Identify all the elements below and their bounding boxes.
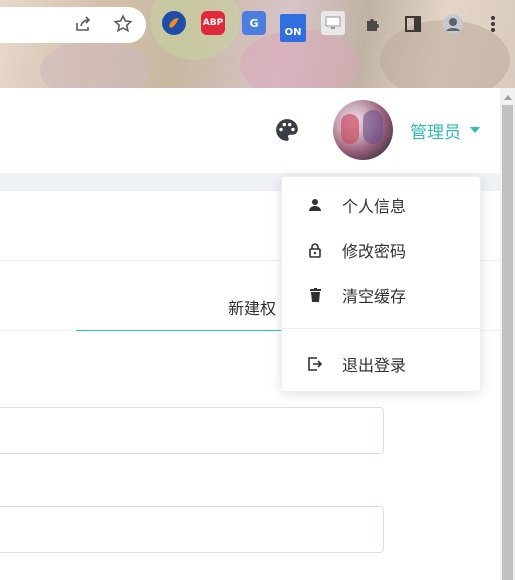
on-label: ON: [284, 26, 302, 38]
scrollbar-thumb[interactable]: [502, 105, 513, 580]
profile-icon[interactable]: [441, 12, 465, 36]
form-input[interactable]: [0, 506, 384, 553]
app-header: 管理员: [0, 88, 500, 174]
translate-icon[interactable]: G: [242, 11, 266, 35]
extension-globe-icon[interactable]: [162, 11, 186, 35]
lock-icon: [308, 242, 322, 258]
menu-item-label: 个人信息: [342, 199, 407, 216]
menu-item-label: 清空缓存: [342, 289, 407, 306]
menu-item-logout[interactable]: 退出登录: [282, 344, 482, 384]
share-icon[interactable]: [71, 12, 95, 36]
scroll-up-icon[interactable]: [504, 95, 512, 100]
menu-item-clear-cache[interactable]: 清空缓存: [282, 275, 482, 315]
trash-icon: [308, 287, 322, 303]
user-dropdown-menu: 个人信息 修改密码 清空缓存 退出登录: [281, 176, 482, 392]
tab-new-permission[interactable]: 新建权: [228, 295, 276, 319]
side-panel-icon[interactable]: [401, 12, 425, 36]
avatar[interactable]: [333, 100, 393, 160]
star-icon[interactable]: [111, 12, 135, 36]
on-icon[interactable]: ON: [280, 14, 306, 42]
palette-icon[interactable]: [274, 117, 300, 143]
logout-icon: [308, 356, 322, 372]
more-icon[interactable]: [481, 12, 505, 36]
user-icon: [308, 197, 322, 213]
browser-toolbar: ABP G ON: [0, 0, 515, 88]
abp-icon[interactable]: ABP: [201, 11, 225, 35]
user-name[interactable]: 管理员: [410, 118, 461, 143]
menu-item-change-password[interactable]: 修改密码: [282, 230, 482, 270]
caret-down-icon[interactable]: [470, 127, 480, 133]
menu-divider: [282, 328, 482, 329]
menu-item-label: 修改密码: [342, 244, 407, 261]
tab-active-indicator: [76, 330, 286, 331]
abp-label: ABP: [202, 18, 224, 28]
background-blob: [40, 40, 150, 88]
screen-icon[interactable]: [321, 11, 345, 35]
puzzle-icon[interactable]: [361, 12, 385, 36]
menu-item-profile[interactable]: 个人信息: [282, 185, 482, 225]
form-input[interactable]: [0, 407, 384, 454]
menu-item-label: 退出登录: [342, 358, 407, 375]
